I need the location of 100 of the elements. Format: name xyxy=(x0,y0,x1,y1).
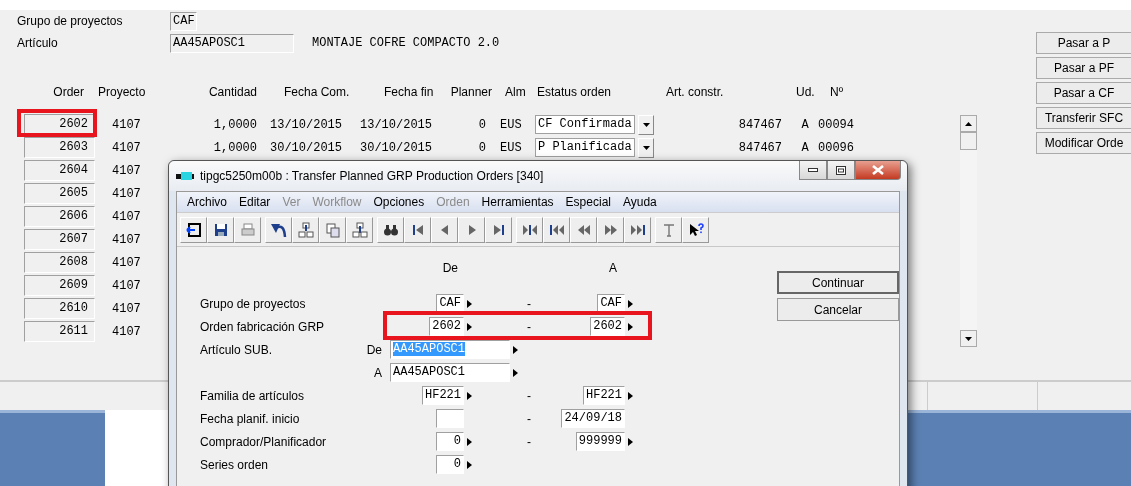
table-cell-text: 1,0000 xyxy=(212,117,258,132)
column-header: Planner xyxy=(449,85,492,99)
action-button[interactable]: Pasar a PF xyxy=(1036,57,1131,79)
order-field[interactable]: 2611 xyxy=(24,321,95,342)
input-field[interactable]: 0 xyxy=(436,455,464,474)
table-cell-text: 00096 xyxy=(817,140,855,155)
column-header: Proyecto xyxy=(98,85,147,99)
table-cell-text: 4107 xyxy=(111,117,142,132)
column-header: A xyxy=(608,261,618,275)
scroll-up-button[interactable] xyxy=(960,115,977,132)
zoom-arrow-icon[interactable] xyxy=(467,437,472,446)
help-pointer-icon xyxy=(687,221,704,238)
order-field[interactable]: 2603 xyxy=(24,137,95,158)
toolbar-button[interactable] xyxy=(516,216,543,243)
text-field[interactable]: CAF xyxy=(170,11,197,31)
table-cell-text: 0 xyxy=(477,117,487,132)
menu-item[interactable]: Especial xyxy=(559,195,617,209)
status-dropdown[interactable]: P Planificada xyxy=(535,138,635,157)
menu-item[interactable]: Herramientas xyxy=(475,195,560,209)
toolbar-button[interactable] xyxy=(682,216,709,243)
dialog-button[interactable]: Cancelar xyxy=(777,298,899,321)
up-arrow-icon xyxy=(965,121,972,126)
zoom-arrow-icon[interactable] xyxy=(467,391,472,400)
zoom-arrow-icon[interactable] xyxy=(628,437,633,446)
dropdown-button[interactable] xyxy=(638,137,654,158)
input-field[interactable] xyxy=(436,409,464,428)
table-cell-text: 4107 xyxy=(111,255,142,270)
input-field[interactable]: 999999 xyxy=(575,432,625,451)
zoom-arrow-icon[interactable] xyxy=(513,368,518,377)
input-field[interactable]: 2602 xyxy=(429,317,464,336)
toolbar-button[interactable] xyxy=(543,216,570,243)
insert-row-icon xyxy=(297,221,314,238)
range-separator: - xyxy=(526,296,532,311)
menu-item[interactable]: Editar xyxy=(233,195,277,209)
table-cell-text: 13/10/2015 xyxy=(359,117,433,132)
insert-above-icon xyxy=(351,221,368,238)
zoom-arrow-icon[interactable] xyxy=(628,322,633,331)
close-button[interactable] xyxy=(855,161,901,180)
window-title: tipgc5250m00b : Transfer Planned GRP Production Orders [340] xyxy=(200,169,545,183)
table-cell-text: 847467 xyxy=(737,117,783,132)
scroll-down-button[interactable] xyxy=(960,330,977,347)
order-field[interactable]: 2605 xyxy=(24,183,95,204)
action-button[interactable]: Pasar a P xyxy=(1036,32,1131,54)
toolbar-button[interactable] xyxy=(207,216,234,243)
toolbar-button[interactable] xyxy=(404,216,431,243)
zoom-arrow-icon[interactable] xyxy=(513,345,518,354)
column-header: Art. constr. xyxy=(665,85,725,99)
zoom-arrow-icon[interactable] xyxy=(628,299,633,308)
minimize-icon xyxy=(808,168,818,172)
column-header: Nº xyxy=(829,85,845,99)
order-field[interactable]: 2607 xyxy=(24,229,95,250)
toolbar-button[interactable] xyxy=(624,216,651,243)
field-label: Artículo SUB. xyxy=(200,342,273,357)
table-cell-text: 4107 xyxy=(111,163,142,178)
order-field[interactable]: 2606 xyxy=(24,206,95,227)
action-button[interactable]: Pasar a CF xyxy=(1036,82,1131,104)
table-cell-text: EUS xyxy=(499,140,523,155)
toolbar-button[interactable] xyxy=(377,216,404,243)
field-label: De xyxy=(366,342,382,357)
status-dropdown[interactable]: CF Confirmada xyxy=(535,115,635,134)
dropdown-button[interactable] xyxy=(638,114,654,135)
input-field[interactable]: 0 xyxy=(436,432,464,451)
exit-icon xyxy=(185,221,202,238)
input-field[interactable]: HF221 xyxy=(583,386,625,405)
column-header: Cantidad xyxy=(207,85,258,99)
dialog-button[interactable]: Continuar xyxy=(777,271,899,294)
action-button[interactable]: Transferir SFC xyxy=(1036,107,1131,129)
order-field[interactable]: 2609 xyxy=(24,275,95,296)
menu-item[interactable]: Ayuda xyxy=(616,195,663,209)
field-label: Orden fabricación GRP xyxy=(200,319,326,334)
order-field[interactable]: 2608 xyxy=(24,252,95,273)
maximize-button[interactable] xyxy=(827,161,855,180)
table-cell-text: 4107 xyxy=(111,140,142,155)
text-field[interactable]: AA45APOSC1 xyxy=(170,33,294,53)
toolbar-button[interactable] xyxy=(485,216,512,243)
scrollbar[interactable] xyxy=(960,115,977,347)
order-field[interactable]: 2610 xyxy=(24,298,95,319)
input-field[interactable]: 2602 xyxy=(590,317,625,336)
table-cell-text: 00094 xyxy=(817,117,855,132)
field-label: Series orden xyxy=(200,457,270,472)
action-button[interactable]: Modificar Orde xyxy=(1036,132,1131,154)
table-cell-text: 847467 xyxy=(737,140,783,155)
menu-item[interactable]: Archivo xyxy=(181,195,233,209)
zoom-arrow-icon[interactable] xyxy=(467,460,472,469)
range-separator: - xyxy=(526,319,532,334)
scroll-thumb[interactable] xyxy=(960,132,977,150)
maximize-icon xyxy=(836,165,846,175)
down-arrow-icon xyxy=(965,336,972,341)
order-field[interactable]: 2604 xyxy=(24,160,95,181)
input-field[interactable]: 24/09/18 xyxy=(561,409,625,428)
menu-item[interactable]: Opciones xyxy=(367,195,431,209)
toolbar-button[interactable] xyxy=(180,216,207,243)
input-field[interactable]: AA45APOSC1 xyxy=(390,363,510,382)
minimize-button[interactable] xyxy=(799,161,827,180)
input-field[interactable]: HF221 xyxy=(422,386,464,405)
zoom-arrow-icon[interactable] xyxy=(467,299,472,308)
field-label: Artículo xyxy=(17,36,59,50)
zoom-arrow-icon[interactable] xyxy=(467,322,472,331)
toolbar-button[interactable] xyxy=(265,216,292,243)
zoom-arrow-icon[interactable] xyxy=(628,391,633,400)
